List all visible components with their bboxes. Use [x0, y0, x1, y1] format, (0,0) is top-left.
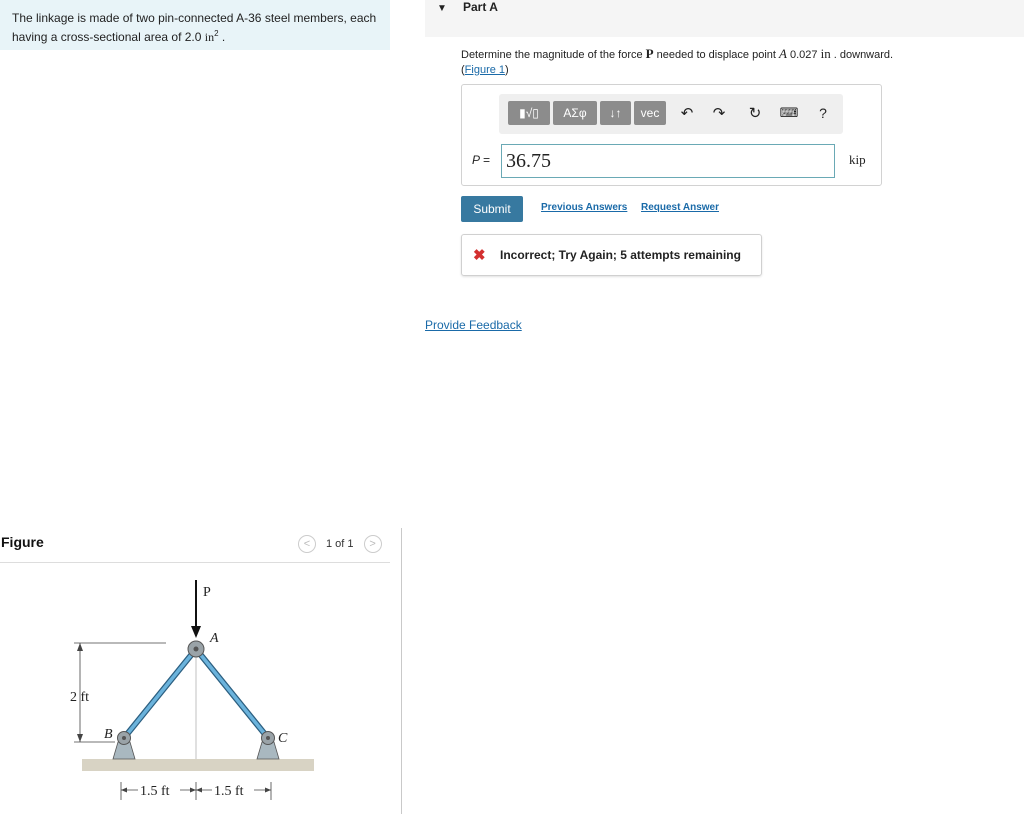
span-left-label: 1.5 ft: [140, 784, 170, 799]
help-button[interactable]: ?: [812, 102, 834, 124]
previous-answers-link[interactable]: Previous Answers: [541, 202, 627, 213]
problem-text-end: .: [218, 30, 226, 44]
problem-statement-box: The linkage is made of two pin-connected…: [0, 0, 390, 50]
point-b-label: B: [104, 727, 113, 742]
chevron-left-icon: <: [303, 538, 311, 550]
greek-icon: ΑΣφ: [563, 106, 587, 120]
dim-arrow-4: [265, 787, 271, 793]
pin-b-center: [122, 736, 126, 740]
answer-label-text: P =: [472, 153, 490, 167]
keyboard-icon: ⌨: [779, 105, 799, 120]
question-middle: needed to displace point: [653, 49, 779, 61]
height-arrow-bottom: [77, 734, 83, 742]
ground-base: [82, 759, 314, 771]
redo-icon: ↷: [712, 105, 726, 122]
request-answer-link[interactable]: Request Answer: [641, 202, 719, 213]
paren-close: ): [505, 64, 509, 76]
problem-text: The linkage is made of two pin-connected…: [12, 10, 382, 45]
answer-unit: kip: [849, 152, 866, 167]
dim-arrow-2: [190, 787, 196, 793]
displacement-unit: in: [820, 46, 831, 61]
dim-arrow-3: [196, 787, 202, 793]
problem-unit: in: [204, 30, 215, 44]
member-ab: [122, 647, 198, 740]
redo-button[interactable]: ↷: [708, 102, 730, 124]
panel-divider: [401, 528, 402, 814]
vec-icon: vec: [640, 106, 660, 120]
vec-button[interactable]: vec: [634, 101, 666, 125]
math-toolbar: ▮√▯ ΑΣφ ↓↑ vec ↶ ↷ ↻ ⌨ ?: [499, 94, 843, 134]
figure-divider: [0, 562, 390, 563]
caret-down-icon[interactable]: ▼: [437, 3, 447, 14]
answer-label: P =: [472, 153, 490, 167]
problem-text-main: The linkage is made of two pin-connected…: [12, 11, 377, 44]
help-icon: ?: [819, 105, 827, 121]
question-suffix: . downward.: [830, 49, 894, 61]
question-prefix: Determine the magnitude of the force: [461, 49, 646, 61]
dim-arrow-1: [121, 787, 127, 793]
reset-icon: ↻: [748, 105, 762, 122]
next-figure-button[interactable]: >: [363, 535, 382, 553]
point-a-label: A: [209, 631, 219, 646]
figure-pager: < 1 of 1 >: [298, 535, 382, 553]
height-label: 2 ft: [70, 690, 89, 705]
force-symbol: P: [645, 46, 654, 61]
figure-heading: Figure: [1, 534, 44, 550]
submit-button[interactable]: Submit: [461, 196, 523, 222]
arrows-icon: ↓↑: [609, 106, 622, 120]
question-text: Determine the magnitude of the force P n…: [461, 46, 981, 78]
member-ac: [194, 647, 270, 740]
reset-button[interactable]: ↻: [744, 102, 766, 124]
pin-c-center: [266, 736, 270, 740]
answer-input[interactable]: [501, 144, 835, 178]
load-arrow-head: [191, 626, 201, 638]
templates-icon: ▮√▯: [519, 106, 539, 120]
displacement-value: 0.027: [786, 49, 821, 61]
part-title[interactable]: Part A: [463, 0, 498, 14]
span-right-label: 1.5 ft: [214, 784, 244, 799]
incorrect-icon: ✖: [473, 247, 486, 264]
load-label: P: [203, 585, 211, 600]
part-a-header[interactable]: [425, 0, 1024, 37]
figure-page-indicator: 1 of 1: [326, 538, 354, 550]
figure-link[interactable]: Figure 1: [465, 64, 505, 76]
greek-button[interactable]: ΑΣφ: [553, 101, 597, 125]
undo-icon: ↶: [680, 105, 694, 122]
feedback-message: Incorrect; Try Again; 5 attempts remaini…: [500, 248, 741, 262]
chevron-right-icon: >: [369, 538, 376, 550]
linkage-figure: 2 ft P A B C 1.5 ft 1.5 ft: [70, 580, 314, 800]
height-arrow-top: [77, 643, 83, 651]
keyboard-button[interactable]: ⌨: [778, 102, 800, 124]
templates-button[interactable]: ▮√▯: [508, 101, 550, 125]
provide-feedback-link[interactable]: Provide Feedback: [425, 318, 522, 332]
pin-a-center: [193, 646, 199, 652]
undo-button[interactable]: ↶: [676, 102, 698, 124]
arrows-button[interactable]: ↓↑: [600, 101, 631, 125]
prev-figure-button[interactable]: <: [298, 535, 316, 553]
point-c-label: C: [278, 731, 288, 746]
point-symbol: A: [779, 46, 787, 61]
